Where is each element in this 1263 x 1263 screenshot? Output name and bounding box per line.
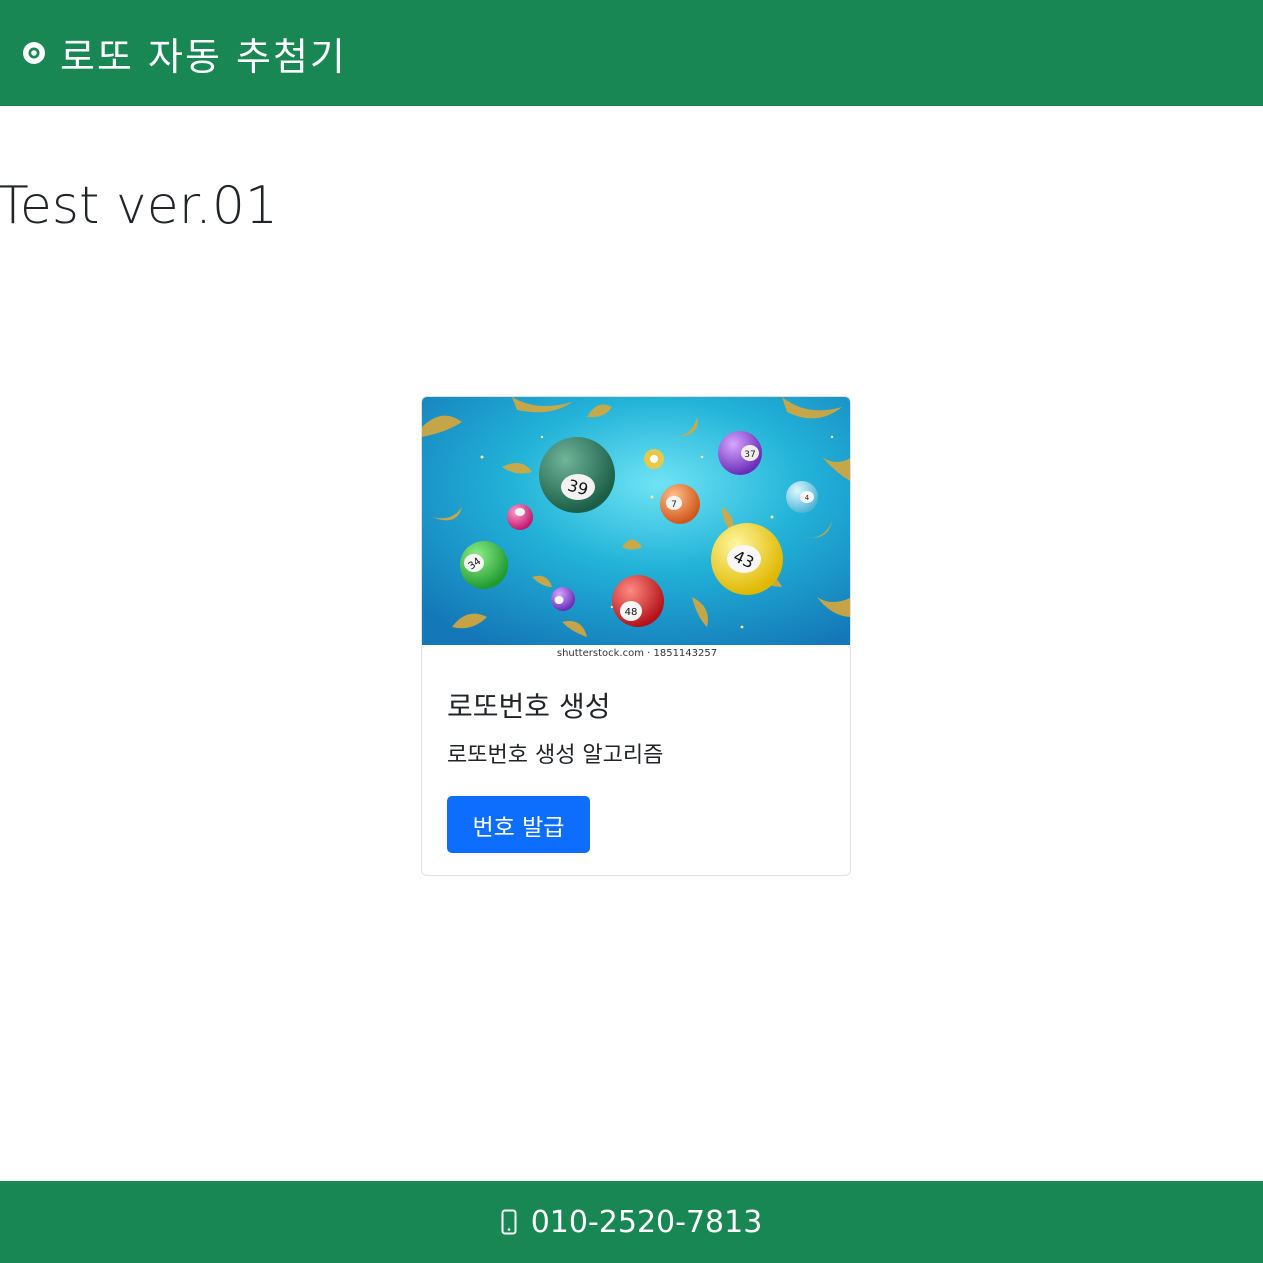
brand-title: 로또 자동 추첨기 [60, 34, 347, 79]
svg-text:48: 48 [625, 607, 638, 618]
svg-text:7: 7 [671, 500, 677, 510]
phone-icon [501, 1209, 517, 1235]
footer-contact: 010-2520-7813 [501, 1205, 763, 1240]
lotto-card: 39 37 4 7 43 34 48 shutterstock.com · 18… [421, 396, 851, 876]
navbar: 로또 자동 추첨기 [0, 0, 1263, 106]
card-title: 로또번호 생성 [447, 690, 611, 723]
svg-text:4: 4 [805, 494, 810, 502]
image-watermark: shutterstock.com · 1851143257 [422, 645, 850, 663]
phone-number[interactable]: 010-2520-7813 [531, 1205, 763, 1240]
card-text: 로또번호 생성 알고리즘 [447, 743, 664, 768]
card-image: 39 37 4 7 43 34 48 shutterstock.com · 18… [422, 397, 850, 663]
issue-number-button[interactable]: 번호 발급 [447, 796, 590, 853]
footer: 010-2520-7813 [0, 1181, 1263, 1263]
svg-text:37: 37 [744, 450, 755, 460]
navbar-brand[interactable]: 로또 자동 추첨기 [22, 26, 347, 81]
page-title: Test ver.01 [0, 176, 278, 236]
record-circle-icon [22, 41, 46, 65]
